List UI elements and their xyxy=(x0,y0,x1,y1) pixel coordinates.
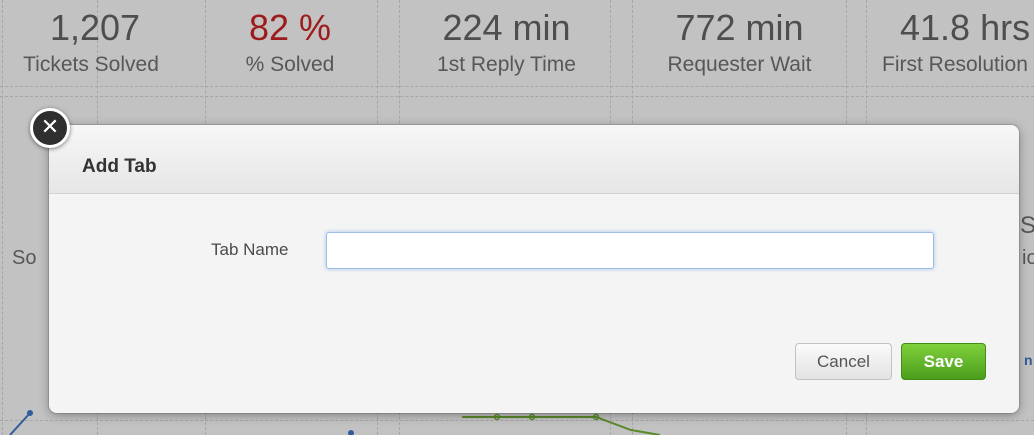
add-tab-dialog: Add Tab Tab Name Cancel Save xyxy=(49,125,1019,413)
tab-name-label: Tab Name xyxy=(211,240,289,259)
close-icon: ✕ xyxy=(40,114,60,139)
close-dialog-button[interactable]: ✕ xyxy=(30,108,70,148)
dialog-header: Add Tab xyxy=(49,125,1019,194)
modal-overlay: Add Tab Tab Name Cancel Save ✕ xyxy=(0,0,1034,435)
save-button[interactable]: Save xyxy=(901,343,986,380)
cancel-button[interactable]: Cancel xyxy=(795,343,892,380)
tab-name-input[interactable] xyxy=(326,232,934,269)
dialog-body: Tab Name Cancel Save xyxy=(49,194,1019,413)
dialog-title: Add Tab xyxy=(82,156,157,177)
